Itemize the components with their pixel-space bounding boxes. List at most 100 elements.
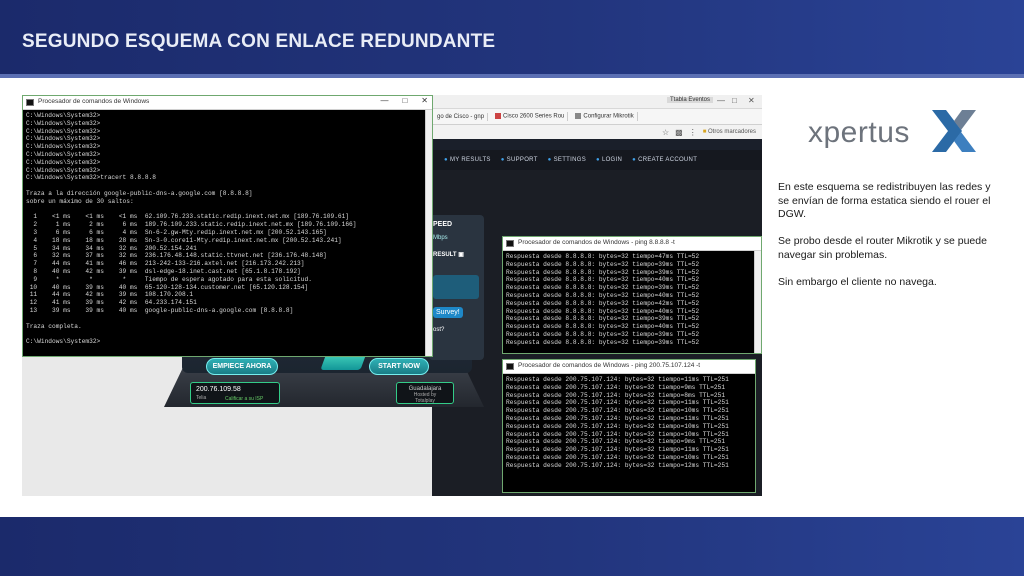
cmd-window-ping-gateway: Procesador de comandos de Windows - ping… [502, 359, 756, 493]
cmd-line: Respuesta desde 200.75.107.124: bytes=32… [506, 376, 729, 383]
cmd-line: Respuesta desde 8.8.8.8: bytes=32 tiempo… [506, 284, 700, 292]
cmd-line: sobre un máximo de 30 saltos: [26, 197, 134, 205]
cmd-line: C:\Windows\System32>tracert 8.8.8.8 [26, 174, 156, 182]
tab-cisco-2600[interactable]: Cisco 2600 Series Rou [492, 112, 569, 121]
speed-graph [433, 275, 479, 299]
survey-button[interactable]: Survey! [433, 307, 463, 318]
slide-title: SEGUNDO ESQUEMA CON ENLACE REDUNDANTE [22, 31, 496, 52]
rate-isp-link[interactable]: Calificar a su ISP [225, 396, 263, 402]
menu-my-results[interactable]: ● MY RESULTS [444, 157, 491, 163]
menu-login[interactable]: ● LOGIN [596, 157, 622, 163]
browser-tabs: go de Cisco - gnp Cisco 2600 Series Rou … [432, 109, 762, 125]
cmd-line: Respuesta desde 8.8.8.8: bytes=32 tiempo… [506, 323, 700, 331]
cmd-line: 3 6 ms 6 ms 4 ms Sn-6-2.gw-Mty.redip.ine… [26, 228, 327, 236]
cmd-line: Respuesta desde 200.75.107.124: bytes=32… [506, 391, 726, 399]
cmd-line: Respuesta desde 200.75.107.124: bytes=32… [506, 422, 729, 430]
logo-x-icon [932, 110, 976, 152]
tab-cisco-gnp[interactable]: go de Cisco - gnp [434, 112, 489, 121]
cmd-window-tracert: Procesador de comandos de Windows — □ ✕ C:… [22, 95, 433, 357]
cmd-line: C:\Windows\System32> [26, 150, 101, 158]
cmd-line: C:\Windows\System32> [26, 119, 101, 127]
browser-titlebar: Ttabla Eventos — □ ✕ [432, 95, 762, 109]
note-paragraph-1: En este esquema se redistribuyen las red… [778, 181, 991, 221]
maximize-icon[interactable]: □ [402, 96, 407, 105]
client-ip: 200.76.109.58 [196, 386, 241, 393]
page-icon [575, 113, 582, 120]
cmd-line: C:\Windows\System32> [26, 166, 101, 174]
minimize-icon[interactable]: — [717, 96, 725, 105]
server-box: Guadalajara Hosted by Totalplay [396, 382, 454, 404]
cmd-output: C:\Windows\System32> C:\Windows\System32>… [23, 110, 432, 348]
cmd-line: 8 40 ms 42 ms 39 ms dsl-edge-18.inet.cas… [26, 267, 301, 275]
cmd-line [26, 182, 429, 190]
note-paragraph-2: Se probo desde el router Mikrotik y se p… [778, 235, 987, 261]
speedtest-side-panel: PEED Mbps RESULT ▣ Survey! ost? [429, 215, 484, 360]
cmd-line: Respuesta desde 200.75.107.124: bytes=32… [506, 399, 729, 407]
cmd-titlebar: Procesador de comandos de Windows — □ ✕ [23, 96, 432, 110]
begin-now-button[interactable]: EMPIECE AHORA [206, 358, 278, 375]
cmd-line: Respuesta desde 8.8.8.8: bytes=32 tiempo… [506, 338, 700, 346]
cmd-line: 7 44 ms 41 ms 46 ms 213-242-133-216.axte… [26, 260, 305, 268]
cmd-titlebar: Procesador de comandos de Windows - ping… [503, 237, 761, 251]
site-menu: ● MY RESULTS ● SUPPORT ● SETTINGS ● LOGIN ● C… [432, 150, 762, 170]
xpertus-logo: xpertus [808, 108, 978, 154]
share-icon[interactable]: ▣ [458, 252, 464, 258]
logo-wordmark: xpertus [808, 116, 910, 149]
minimize-icon[interactable]: — [380, 96, 388, 105]
cmd-output: Respuesta desde 200.75.107.124: bytes=32… [503, 374, 755, 472]
screenshot-area: Ttabla Eventos — □ ✕ go de Cisco - gnp C… [22, 95, 762, 496]
close-icon[interactable]: ✕ [748, 96, 755, 105]
cmd-title: Procesador de comandos de Windows [38, 98, 150, 105]
cmd-line: Respuesta desde 200.75.107.124: bytes=32… [506, 407, 729, 415]
scrollbar[interactable] [425, 110, 432, 356]
cmd-output: Respuesta desde 8.8.8.8: bytes=32 tiempo… [503, 251, 761, 349]
cmd-icon [506, 363, 514, 370]
cmd-line: Respuesta desde 8.8.8.8: bytes=32 tiempo… [506, 253, 700, 260]
cmd-line: Respuesta desde 200.75.107.124: bytes=32… [506, 453, 729, 461]
speed-label: PEED [433, 221, 453, 228]
cmd-line: C:\Windows\System32> [26, 112, 101, 119]
browser-top-label: Ttabla Eventos [667, 97, 714, 103]
extension-icon[interactable]: ▩ [675, 128, 683, 137]
cmd-line: Respuesta desde 200.75.107.124: bytes=32… [506, 383, 726, 391]
cmd-line [26, 206, 429, 214]
maximize-icon[interactable]: □ [732, 96, 737, 105]
folder-icon: ■ [702, 129, 707, 135]
cmd-line: 6 32 ms 37 ms 32 ms 236.176.48.148.stati… [26, 252, 327, 260]
menu-settings[interactable]: ● SETTINGS [548, 157, 586, 163]
star-icon[interactable]: ☆ [662, 128, 669, 137]
cmd-line: 5 34 ms 34 ms 32 ms 200.52.154.241 [26, 244, 197, 252]
mbps-label: Mbps [433, 235, 448, 241]
cmd-line: Respuesta desde 200.75.107.124: bytes=32… [506, 438, 726, 446]
scrollbar[interactable] [754, 251, 761, 353]
cmd-line: Respuesta desde 8.8.8.8: bytes=32 tiempo… [506, 307, 700, 315]
ost-label: ost? [433, 327, 445, 333]
menu-icon[interactable]: ⋮ [689, 128, 697, 137]
bookmarks-folder[interactable]: ■ Otros marcadores [703, 129, 756, 135]
cmd-line: 1 <1 ms <1 ms <1 ms 62.109.76.233.static… [26, 213, 350, 221]
footer-band [0, 517, 1024, 576]
cmd-line: C:\Windows\System32> [26, 158, 101, 166]
title-band-stripe [0, 74, 1024, 78]
cmd-line: 9 * * * Tiempo de espera agotado para es… [26, 275, 312, 283]
cmd-line: 4 18 ms 18 ms 28 ms Sn-3-0.core11-Mty.re… [26, 236, 342, 244]
slide-notes: En este esquema se redistribuyen las red… [778, 181, 998, 303]
browser-toolbar: ☆ ▩ ⋮ ■ Otros marcadores [432, 125, 762, 139]
cmd-line [26, 315, 429, 323]
cmd-line: Respuesta desde 8.8.8.8: bytes=32 tiempo… [506, 276, 700, 284]
cmd-line: 12 41 ms 39 ms 42 ms 64.233.174.151 [26, 299, 197, 307]
cmd-line: Respuesta desde 200.75.107.124: bytes=32… [506, 446, 729, 454]
cmd-titlebar: Procesador de comandos de Windows - ping… [503, 360, 755, 374]
close-icon[interactable]: ✕ [421, 96, 428, 105]
cmd-line: Traza a la dirección google-public-dns-a… [26, 189, 253, 197]
cmd-line: 13 39 ms 39 ms 40 ms google-public-dns-a… [26, 306, 294, 314]
menu-support[interactable]: ● SUPPORT [501, 157, 538, 163]
cmd-line: 11 44 ms 42 ms 39 ms 108.170.208.1 [26, 291, 194, 299]
start-now-button[interactable]: START NOW [369, 358, 429, 375]
cmd-line: 2 1 ms 2 ms 6 ms 189.76.109.233.static.r… [26, 221, 357, 229]
tab-mikrotik[interactable]: Configurar Mikrotik [572, 112, 638, 121]
cmd-line: Respuesta desde 8.8.8.8: bytes=32 tiempo… [506, 330, 700, 338]
cmd-line [26, 330, 429, 338]
menu-create-account[interactable]: ● CREATE ACCOUNT [632, 157, 697, 163]
cmd-line: C:\Windows\System32> [26, 135, 101, 143]
